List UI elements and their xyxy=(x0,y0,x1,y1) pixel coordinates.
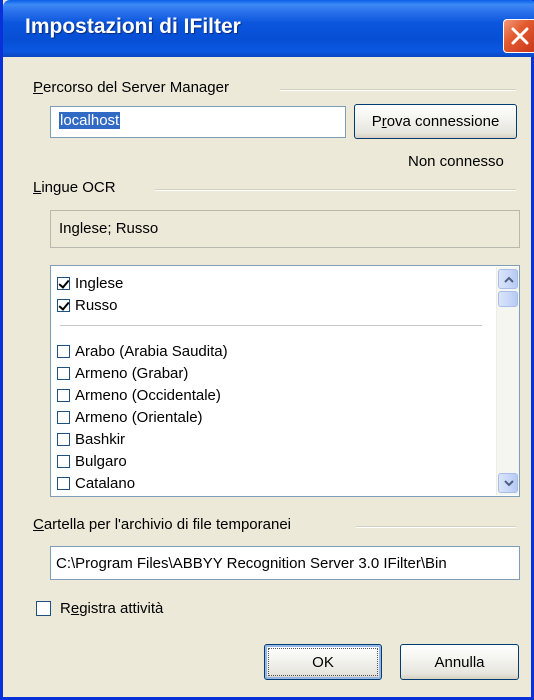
log-activity-row[interactable]: Registra attività xyxy=(36,600,163,617)
title-bar[interactable]: Impostazioni di IFilter xyxy=(3,0,534,57)
scroll-down-button[interactable] xyxy=(498,473,518,493)
checkbox-checked[interactable] xyxy=(57,298,70,312)
checkbox[interactable] xyxy=(57,366,70,380)
checkbox[interactable] xyxy=(57,476,70,490)
scroll-thumb[interactable] xyxy=(498,291,518,307)
checkbox-checked[interactable] xyxy=(57,276,70,290)
list-item[interactable]: Armeno (Orientale) xyxy=(57,406,203,428)
checkbox[interactable] xyxy=(57,432,70,446)
temp-folder-input[interactable]: C:\Program Files\ABBYY Recognition Serve… xyxy=(50,546,520,580)
window-title: Impostazioni di IFilter xyxy=(25,15,241,38)
close-button[interactable] xyxy=(503,19,534,53)
ocr-group-label: Lingue OCR xyxy=(33,179,116,196)
log-activity-label: Registra attività xyxy=(60,600,164,617)
chevron-up-icon xyxy=(504,276,514,283)
ok-button[interactable]: OK xyxy=(264,644,382,680)
list-item[interactable]: Catalano xyxy=(57,472,135,494)
server-group-divider xyxy=(280,89,516,91)
checkbox[interactable] xyxy=(57,454,70,468)
server-group-label: Percorso del Server Manager xyxy=(33,79,229,96)
list-item[interactable]: Bulgaro xyxy=(57,450,127,472)
temp-group-label: Cartella per l'archivio di file temporan… xyxy=(33,516,291,533)
checkbox[interactable] xyxy=(57,344,70,358)
list-item[interactable]: Arabo (Arabia Saudita) xyxy=(57,340,228,362)
cancel-button[interactable]: Annulla xyxy=(400,644,519,680)
test-connection-button[interactable]: Pr ova connessione xyxy=(354,104,517,139)
language-listbox[interactable]: Inglese Russo Arabo (Arabia Saudita) Arm… xyxy=(50,265,520,497)
scroll-up-button[interactable] xyxy=(498,269,518,289)
list-item[interactable]: Bashkir xyxy=(57,428,125,450)
list-separator xyxy=(60,325,482,326)
list-item[interactable]: Inglese xyxy=(57,272,123,294)
list-item[interactable]: Armeno (Grabar) xyxy=(57,362,188,384)
list-item[interactable]: Armeno (Occidentale) xyxy=(57,384,221,406)
dialog-window: Impostazioni di IFilter Percorso del Ser… xyxy=(0,0,534,700)
server-path-value: localhost xyxy=(59,112,121,129)
checkbox[interactable] xyxy=(57,410,70,424)
connection-status: Non connesso xyxy=(408,153,504,170)
log-activity-checkbox[interactable] xyxy=(36,601,51,616)
ocr-group-divider xyxy=(155,189,516,191)
selected-languages-summary: Inglese; Russo xyxy=(50,210,520,248)
list-item[interactable]: Russo xyxy=(57,294,118,316)
temp-group-divider xyxy=(356,526,516,528)
server-path-input[interactable]: localhost xyxy=(50,106,346,138)
close-icon xyxy=(511,27,529,45)
chevron-down-icon xyxy=(504,480,514,487)
checkbox[interactable] xyxy=(57,388,70,402)
vertical-scrollbar[interactable] xyxy=(496,267,519,495)
